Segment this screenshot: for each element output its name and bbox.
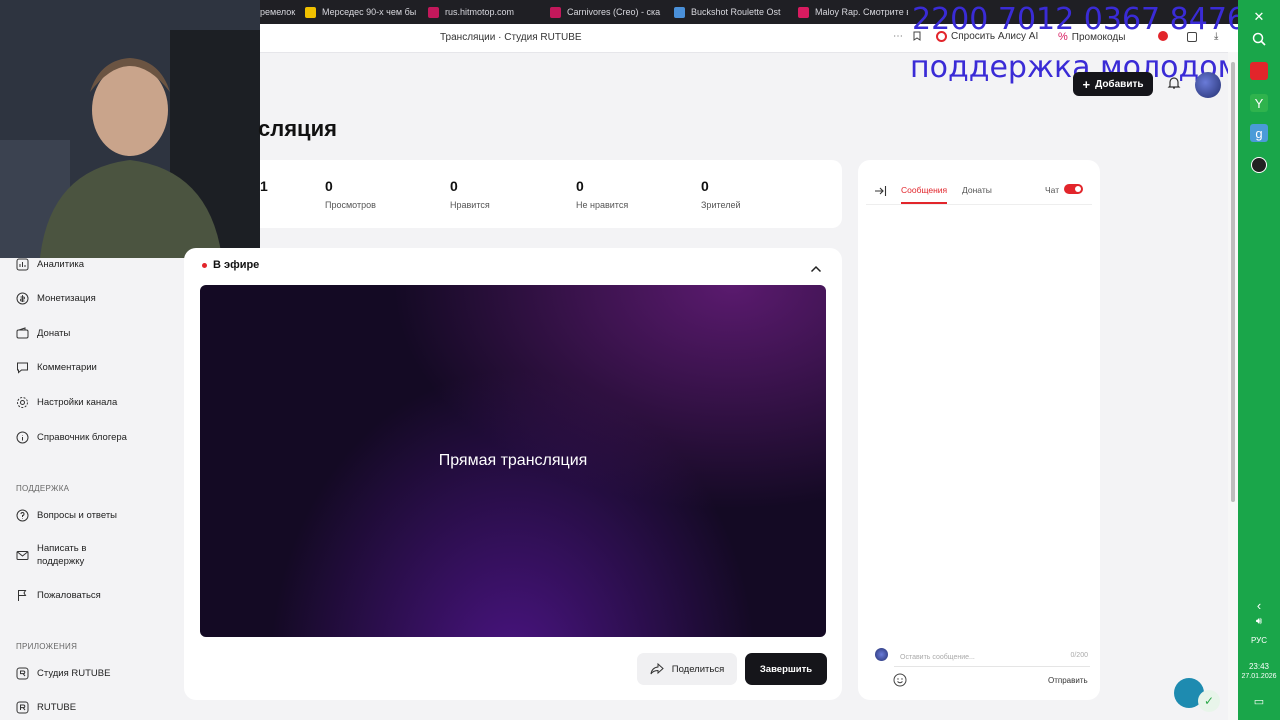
- browser-tab[interactable]: Buckshot Roulette Ost: [674, 0, 786, 24]
- browser-tab[interactable]: ремелок: [260, 0, 300, 24]
- tab-donations[interactable]: Донаты: [962, 185, 992, 195]
- webcam-overlay: [0, 0, 260, 258]
- sidebar-item-channel-settings[interactable]: Настройки канала: [16, 396, 117, 409]
- tab-favicon-icon: [798, 6, 809, 18]
- search-icon[interactable]: [1250, 30, 1268, 48]
- question-icon: [16, 509, 29, 522]
- sidebar-item-studio[interactable]: Студия RUTUBE: [16, 667, 110, 680]
- studio-icon: [16, 667, 29, 680]
- os-taskbar: ✕ Y g ‹ 🔊︎ РУС 23:43 27.01.2026 ▭: [1238, 0, 1280, 720]
- sidebar-section-support: ПОДДЕРЖКА: [16, 484, 70, 493]
- plus-icon: +: [1082, 76, 1091, 92]
- notification-icon[interactable]: ▭: [1250, 692, 1268, 710]
- sidebar-item-report[interactable]: Пожаловаться: [16, 589, 101, 602]
- stat-views: 0 Просмотров: [325, 178, 376, 210]
- gear-icon: [17, 397, 28, 408]
- scrollbar-thumb[interactable]: [1231, 62, 1235, 502]
- comments-icon: [17, 362, 28, 374]
- volume-icon[interactable]: 🔊︎: [1250, 612, 1268, 630]
- address-title[interactable]: Трансляции · Студия RUTUBE: [440, 32, 582, 43]
- page-scrollbar[interactable]: [1228, 52, 1238, 720]
- chart-icon: [16, 258, 29, 271]
- browser-tab[interactable]: Мерседес 90-х чем бы: [305, 0, 417, 24]
- stat-partial: 1: [260, 178, 268, 194]
- sidebar-item-faq[interactable]: Вопросы и ответы: [16, 509, 117, 522]
- user-avatar[interactable]: [1195, 72, 1221, 98]
- tab-favicon-icon: [550, 6, 561, 18]
- app-icon[interactable]: g: [1250, 124, 1268, 142]
- sidebar-item-donations[interactable]: Донаты: [16, 327, 70, 340]
- live-dot-icon: [202, 262, 207, 268]
- sidebar-item-rutube[interactable]: RUTUBE: [16, 701, 76, 714]
- chevron-up-icon[interactable]: [810, 260, 822, 278]
- browser-tab[interactable]: rus.hitmotop.com: [428, 0, 540, 24]
- coin-icon: [16, 292, 29, 305]
- browser-tab[interactable]: Maloy Rap. Смотрите в: [798, 0, 908, 24]
- send-button[interactable]: Отправить: [1048, 676, 1088, 685]
- page-title: сляция: [258, 116, 337, 141]
- tab-messages[interactable]: Сообщения: [901, 185, 947, 195]
- stat-likes: 0 Нравится: [450, 178, 490, 210]
- close-icon[interactable]: ✕: [1250, 8, 1268, 26]
- collapse-chat-icon[interactable]: [874, 184, 887, 202]
- tab-favicon-icon: [428, 6, 439, 18]
- mail-icon: [16, 550, 29, 560]
- stat-viewers: 0 Зрителей: [701, 178, 741, 210]
- stats-card: 1 0 Просмотров 0 Нравится 0 Не нравится 0 Зр…: [260, 160, 842, 228]
- shield-check-icon[interactable]: ✓: [1198, 690, 1220, 712]
- sidebar-item-write-support[interactable]: Написать в поддержку: [16, 542, 126, 568]
- stat-dislikes: 0 Не нравится: [576, 178, 629, 210]
- info-icon: [16, 431, 29, 444]
- chat-divider: [866, 204, 1092, 205]
- wallet-icon: [16, 327, 29, 339]
- yandex-browser-icon[interactable]: Y: [1250, 94, 1268, 112]
- chat-toggle-label: Чат: [1045, 185, 1060, 195]
- more-icon[interactable]: ⋯: [893, 31, 903, 42]
- live-stream-card: В эфире Прямая трансляция Поделиться Зав…: [184, 248, 842, 700]
- sidebar-section-apps: ПРИЛОЖЕНИЯ: [16, 642, 78, 651]
- tab-favicon-icon: [674, 6, 685, 18]
- clock-date[interactable]: 27.01.2026: [1238, 673, 1280, 680]
- language-indicator[interactable]: РУС: [1238, 636, 1280, 645]
- flag-icon: [18, 590, 27, 601]
- message-input[interactable]: Оставить сообщение... 0/200: [894, 648, 1090, 667]
- streamer-image: [0, 0, 260, 258]
- emoji-icon[interactable]: [893, 673, 907, 692]
- sidebar-item-comments[interactable]: Комментарии: [16, 361, 97, 374]
- rutube-icon: [16, 701, 29, 714]
- clock-time[interactable]: 23:43: [1238, 662, 1280, 671]
- chat-panel: Сообщения Донаты Чат Оставить сообщение.…: [858, 160, 1100, 700]
- sidebar-item-monetization[interactable]: Монетизация: [16, 292, 96, 305]
- bell-icon[interactable]: [1167, 76, 1181, 90]
- overlay-card-number: 2200 7012 0367 8476: [912, 2, 1246, 37]
- share-icon: [650, 663, 664, 675]
- end-stream-button[interactable]: Завершить: [745, 653, 827, 685]
- chat-user-avatar: [875, 648, 888, 661]
- chat-toggle[interactable]: [1064, 184, 1083, 194]
- share-button[interactable]: Поделиться: [637, 653, 737, 685]
- video-player[interactable]: Прямая трансляция: [200, 285, 826, 637]
- player-caption: Прямая трансляция: [438, 452, 588, 469]
- sidebar-item-blogger-guide[interactable]: Справочник блогера: [16, 431, 127, 444]
- browser-tab[interactable]: Carnivores (Creo) - ска: [550, 0, 662, 24]
- live-status: В эфире: [202, 259, 259, 271]
- app-icon[interactable]: [1250, 62, 1268, 80]
- message-counter: 0/200: [1070, 652, 1088, 659]
- sidebar-item-analytics[interactable]: Аналитика: [16, 258, 84, 271]
- add-button[interactable]: + Добавить: [1073, 72, 1153, 96]
- tab-favicon-icon: [305, 6, 316, 18]
- obs-icon[interactable]: [1250, 156, 1268, 174]
